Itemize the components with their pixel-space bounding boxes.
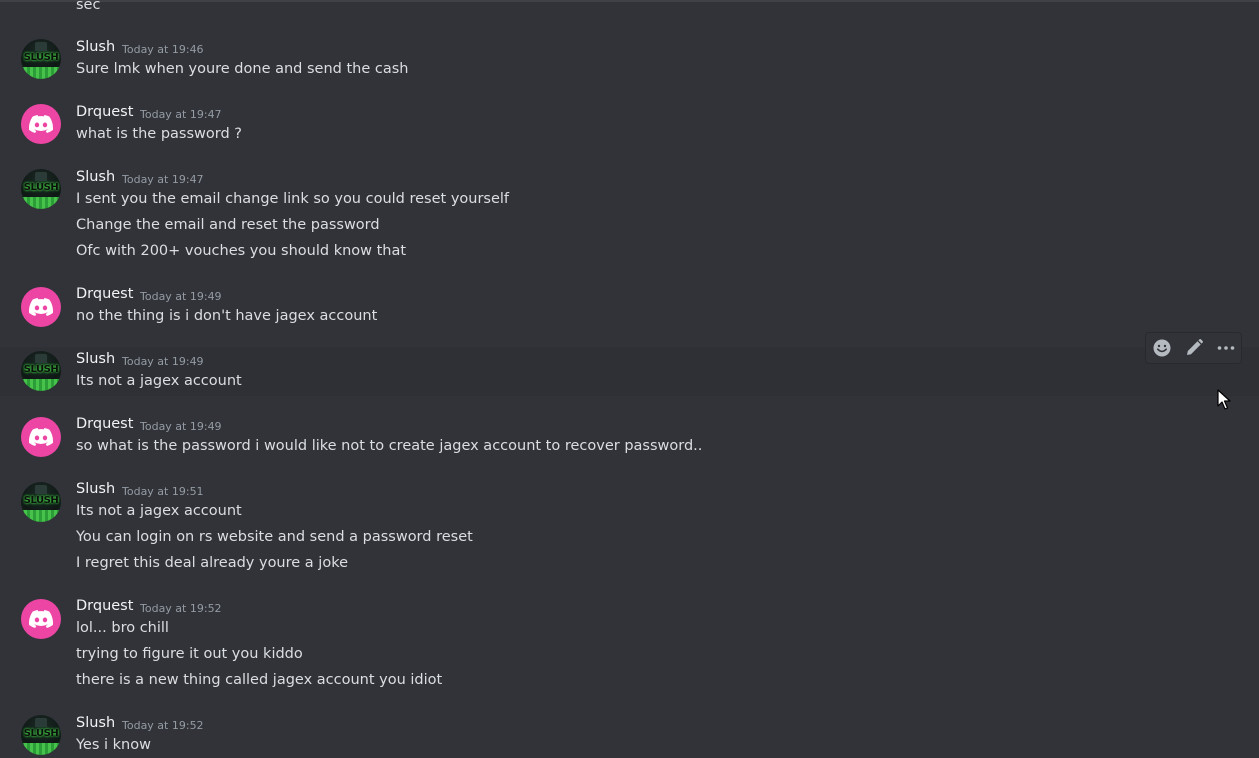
avatar-detail bbox=[35, 172, 47, 181]
message-group[interactable]: SLUSH Slush Today at 19:47 I sent you th… bbox=[0, 164, 1259, 269]
message-text: Its not a jagex account bbox=[76, 373, 242, 389]
timestamp: Today at 19:49 bbox=[140, 420, 222, 433]
username[interactable]: Slush bbox=[76, 481, 115, 497]
message-text: sec bbox=[76, 0, 101, 13]
message-text: no the thing is i don't have jagex accou… bbox=[76, 308, 378, 324]
avatar-detail bbox=[35, 485, 47, 494]
avatar-logo-text: SLUSH bbox=[23, 495, 59, 506]
message-text: what is the password ? bbox=[76, 126, 242, 142]
avatar-detail bbox=[21, 379, 61, 391]
message-text: lol... bro chill bbox=[76, 620, 169, 636]
message-group[interactable]: Drquest Today at 19:52 lol... bro chill … bbox=[0, 593, 1259, 698]
message-group[interactable]: SLUSH Slush Today at 19:51 Its not a jag… bbox=[0, 476, 1259, 581]
timestamp: Today at 19:49 bbox=[140, 290, 222, 303]
message-group[interactable]: SLUSH Slush Today at 19:49 Its not a jag… bbox=[0, 347, 1259, 396]
discord-logo-icon bbox=[29, 610, 53, 628]
message-text: Its not a jagex account bbox=[76, 503, 242, 519]
avatar[interactable] bbox=[21, 417, 61, 457]
timestamp: Today at 19:46 bbox=[122, 43, 204, 56]
timestamp: Today at 19:49 bbox=[122, 355, 204, 368]
username[interactable]: Slush bbox=[76, 169, 115, 185]
message-text: Yes i know bbox=[76, 737, 151, 753]
message-text: trying to figure it out you kiddo bbox=[76, 646, 303, 662]
avatar[interactable] bbox=[21, 104, 61, 144]
discord-logo-icon bbox=[29, 428, 53, 446]
discord-logo-icon bbox=[29, 298, 53, 316]
message-text: there is a new thing called jagex accoun… bbox=[76, 672, 443, 688]
message-text: Sure lmk when youre done and send the ca… bbox=[76, 61, 409, 77]
avatar-logo-text: SLUSH bbox=[23, 52, 59, 63]
message-text: I regret this deal already youre a joke bbox=[76, 555, 348, 571]
mouse-cursor-icon bbox=[1217, 389, 1231, 410]
username[interactable]: Slush bbox=[76, 39, 115, 55]
avatar-logo-text: SLUSH bbox=[23, 182, 59, 193]
message-group[interactable]: Drquest Today at 19:49 so what is the pa… bbox=[0, 411, 1259, 461]
avatar[interactable]: SLUSH bbox=[21, 482, 61, 522]
message-group[interactable]: SLUSH Slush Today at 19:46 Sure lmk when… bbox=[0, 34, 1259, 84]
username[interactable]: Drquest bbox=[76, 286, 133, 302]
avatar-detail bbox=[35, 42, 47, 51]
avatar-detail bbox=[35, 354, 47, 363]
avatar-detail bbox=[21, 743, 61, 755]
timestamp: Today at 19:52 bbox=[140, 602, 222, 615]
username[interactable]: Slush bbox=[76, 351, 115, 367]
chat-messages-pane: sec SLUSH Slush Today at 19:46 Sure lmk … bbox=[0, 0, 1259, 758]
avatar[interactable]: SLUSH bbox=[21, 351, 61, 391]
message-group[interactable]: Drquest Today at 19:49 no the thing is i… bbox=[0, 281, 1259, 331]
discord-logo-icon bbox=[29, 115, 53, 133]
add-reaction-button[interactable] bbox=[1149, 336, 1175, 360]
timestamp: Today at 19:51 bbox=[122, 485, 204, 498]
message-text: Ofc with 200+ vouches you should know th… bbox=[76, 243, 407, 259]
message-group[interactable]: Drquest Today at 19:47 what is the passw… bbox=[0, 99, 1259, 149]
username[interactable]: Slush bbox=[76, 715, 115, 731]
message-text: I sent you the email change link so you … bbox=[76, 191, 510, 207]
avatar[interactable] bbox=[21, 287, 61, 327]
more-options-button[interactable] bbox=[1213, 336, 1239, 360]
message-text: Change the email and reset the password bbox=[76, 217, 380, 233]
timestamp: Today at 19:52 bbox=[122, 719, 204, 732]
avatar[interactable]: SLUSH bbox=[21, 169, 61, 209]
add-reaction-icon bbox=[1153, 339, 1171, 357]
message-actions-toolbar bbox=[1145, 332, 1242, 364]
username[interactable]: Drquest bbox=[76, 598, 133, 614]
avatar-detail bbox=[21, 67, 61, 79]
avatar-detail bbox=[21, 197, 61, 209]
more-options-icon bbox=[1217, 346, 1235, 350]
avatar-detail bbox=[35, 718, 47, 727]
message-text: You can login on rs website and send a p… bbox=[76, 529, 473, 545]
avatar-detail bbox=[21, 510, 61, 522]
username[interactable]: Drquest bbox=[76, 104, 133, 120]
avatar[interactable]: SLUSH bbox=[21, 39, 61, 79]
timestamp: Today at 19:47 bbox=[122, 173, 204, 186]
avatar-logo-text: SLUSH bbox=[23, 364, 59, 375]
edit-icon bbox=[1187, 339, 1203, 355]
message-group[interactable]: SLUSH Slush Today at 19:52 Yes i know bbox=[0, 710, 1259, 758]
edit-button[interactable] bbox=[1181, 336, 1207, 360]
avatar[interactable] bbox=[21, 599, 61, 639]
timestamp: Today at 19:47 bbox=[140, 108, 222, 121]
username[interactable]: Drquest bbox=[76, 416, 133, 432]
message-group[interactable]: sec bbox=[0, 0, 1259, 20]
message-text: so what is the password i would like not… bbox=[76, 438, 703, 454]
avatar[interactable]: SLUSH bbox=[21, 715, 61, 755]
avatar-logo-text: SLUSH bbox=[23, 728, 59, 739]
